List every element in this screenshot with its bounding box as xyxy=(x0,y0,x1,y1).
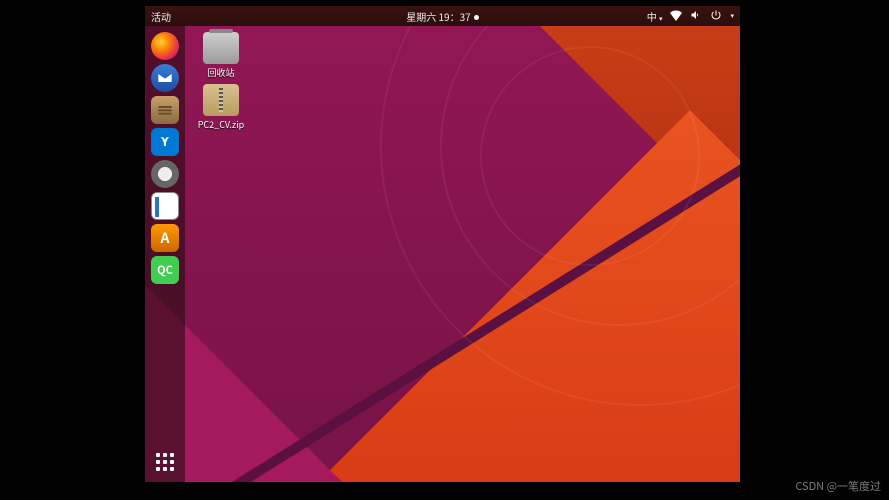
chevron-down-icon: ▾ xyxy=(730,11,734,21)
desktop-viewport: 活动 星期六 19：37 中 ▾ ▾ xyxy=(145,6,740,482)
desktop-zip-label: PC2_CV.zip xyxy=(191,118,251,131)
libre-stripe xyxy=(155,197,159,217)
ime-indicator[interactable]: 中 ▾ xyxy=(647,9,663,24)
watermark-text: CSDN @一笔度过 xyxy=(795,478,881,494)
clock-label: 星期六 19：37 xyxy=(406,9,470,24)
dock-files-icon[interactable] xyxy=(151,96,179,124)
dock: ⋎ A QC xyxy=(145,26,185,482)
desktop-area[interactable]: 回收站 PC2_CV.zip xyxy=(185,26,740,482)
desktop-trash-label: 回收站 xyxy=(191,66,251,79)
notification-dot-icon xyxy=(474,15,479,20)
desktop-zip-file[interactable]: PC2_CV.zip xyxy=(191,84,251,131)
dock-software-store-icon[interactable]: A xyxy=(151,224,179,252)
zip-archive-icon xyxy=(203,84,239,116)
dock-thunderbird-icon[interactable] xyxy=(151,64,179,92)
activities-button[interactable]: 活动 xyxy=(151,9,171,24)
dock-firefox-icon[interactable] xyxy=(151,32,179,60)
chevron-down-icon: ▾ xyxy=(659,14,663,24)
dock-settings-icon[interactable] xyxy=(151,160,179,188)
show-applications-button[interactable] xyxy=(151,448,179,476)
top-bar: 活动 星期六 19：37 中 ▾ ▾ xyxy=(145,6,740,26)
volume-icon[interactable] xyxy=(690,9,702,24)
power-icon[interactable] xyxy=(710,9,722,24)
trash-icon xyxy=(203,32,239,64)
desktop-trash[interactable]: 回收站 xyxy=(191,32,251,79)
network-icon[interactable] xyxy=(670,9,682,24)
dock-qtcreator-icon[interactable]: QC xyxy=(151,256,179,284)
dock-libreoffice-writer-icon[interactable] xyxy=(151,192,179,220)
ime-label: 中 xyxy=(647,9,657,24)
dock-vscode-icon[interactable]: ⋎ xyxy=(151,128,179,156)
